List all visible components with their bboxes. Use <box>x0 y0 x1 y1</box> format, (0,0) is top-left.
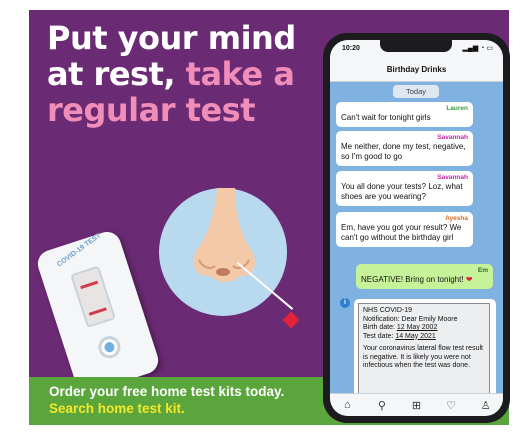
nhs-info-icon: i <box>340 298 350 308</box>
message-sender: Lauren <box>446 105 468 112</box>
notification-title: NHS COVID-19 <box>363 307 413 314</box>
headline-line-2-pink: take a <box>185 55 295 93</box>
phone-screen: 10:20 ▂▄▆ ◔ ▭ Birthday Drinks Today Laur… <box>330 40 503 416</box>
phone-mockup: 10:20 ▂▄▆ ◔ ▭ Birthday Drinks Today Laur… <box>323 33 510 423</box>
test-result-window <box>70 265 116 329</box>
chat-header: Birthday Drinks <box>330 62 503 82</box>
control-line <box>80 280 99 290</box>
message-text: Me neither, done my test, negative, so I… <box>341 142 466 161</box>
headline-line-3: regular test <box>47 91 256 129</box>
message-text: NEGATIVE! Bring on tonight! <box>361 275 464 284</box>
message-bubble: Ayesha Em, have you got your result? We … <box>336 212 473 247</box>
status-time: 10:20 <box>342 45 360 52</box>
test-line <box>88 307 107 316</box>
notification-recipient: Notification: Dear Emily Moore <box>363 315 458 323</box>
my-message-bubble: Em NEGATIVE! Bring on tonight! ❤ <box>356 264 493 289</box>
test-kit-label: COVID-19 TEST <box>55 232 103 269</box>
nose-icon <box>193 188 255 282</box>
heart-tab-icon[interactable]: ♡ <box>441 399 461 412</box>
headline-line-1: Put your mind <box>47 19 296 57</box>
cta-search-link[interactable]: Search home test kit. <box>49 401 185 416</box>
headline-line-2-white: at rest, <box>47 55 176 93</box>
message-text: You all done your tests? Loz, what shoes… <box>341 182 463 201</box>
message-bubble: Savannah Me neither, done my test, negat… <box>336 131 473 166</box>
sample-well <box>95 333 124 362</box>
profile-icon[interactable]: ♙ <box>476 399 496 412</box>
heart-icon: ❤ <box>465 275 473 284</box>
signal-battery-icon: ▂▄▆ ◔ ▭ <box>462 45 493 52</box>
message-bubble: Savannah You all done your tests? Loz, w… <box>336 171 473 206</box>
notification-body: Your coronavirus lateral flow test resul… <box>363 345 483 369</box>
test-date-value: 14 May 2021 <box>395 332 436 340</box>
message-sender: Savannah <box>437 174 468 181</box>
birth-date-label: Birth date: <box>363 324 395 331</box>
add-post-icon[interactable]: ⊞ <box>406 399 426 412</box>
phone-notch <box>380 40 452 52</box>
nose-illustration <box>159 188 287 316</box>
cta-text: Order your free home test kits today. Se… <box>49 383 289 417</box>
cta-message: Order your free home test kits today. <box>49 384 285 399</box>
message-sender: Em <box>477 267 488 274</box>
chat-title: Birthday Drinks <box>386 65 447 74</box>
nhs-notification-message: NHS COVID-19 Notification: Dear Emily Mo… <box>354 299 496 399</box>
message-sender: Savannah <box>437 134 468 141</box>
headline: Put your mind at rest, take a regular te… <box>47 20 317 128</box>
search-icon[interactable]: ⚲ <box>372 399 392 412</box>
day-divider: Today <box>393 85 439 98</box>
home-icon[interactable]: ⌂ <box>337 399 357 411</box>
phone-tab-bar: ⌂ ⚲ ⊞ ♡ ♙ <box>330 393 503 416</box>
lateral-flow-test-kit: COVID-19 TEST <box>34 228 162 396</box>
message-text: Can't wait for tonight girls <box>341 113 431 122</box>
message-bubble: Lauren Can't wait for tonight girls <box>336 102 473 127</box>
message-text: Em, have you got your result? We can't g… <box>341 223 462 242</box>
status-bar: 10:20 ▂▄▆ ◔ ▭ <box>330 40 503 62</box>
message-sender: Ayesha <box>445 215 468 222</box>
test-date-label: Test date: <box>363 332 394 340</box>
nhs-notification-card: NHS COVID-19 Notification: Dear Emily Mo… <box>358 303 490 395</box>
birth-date-value: 12 May 2002 <box>396 324 438 331</box>
